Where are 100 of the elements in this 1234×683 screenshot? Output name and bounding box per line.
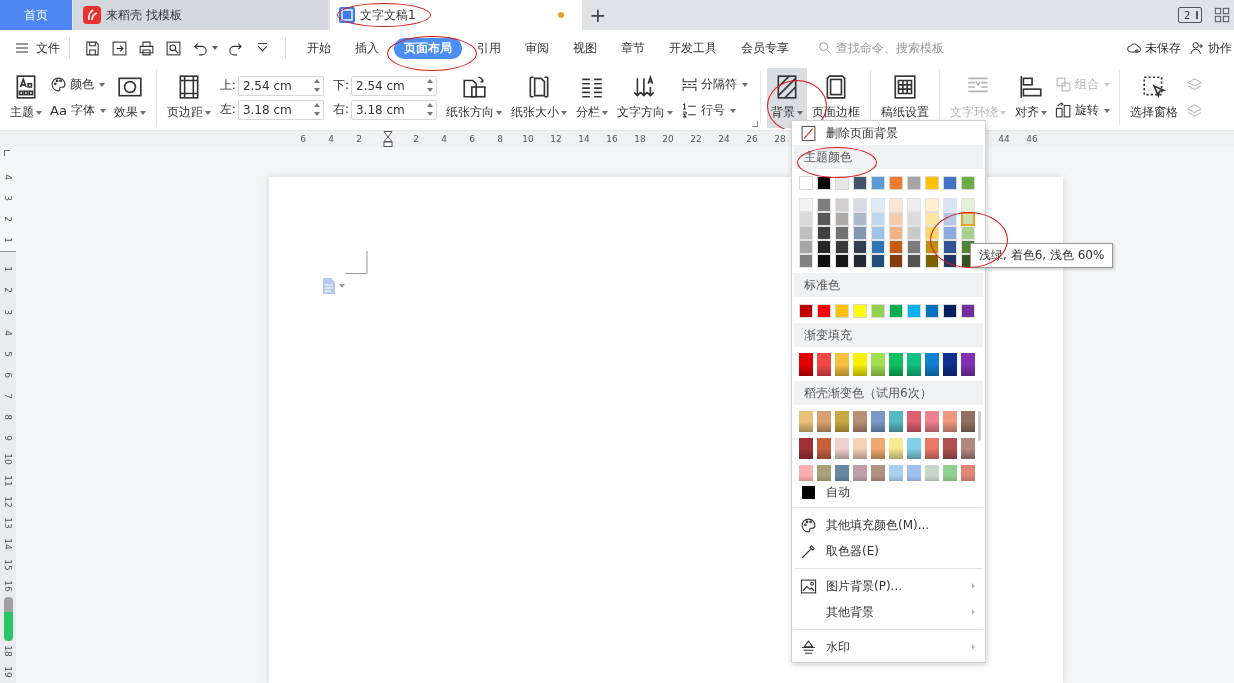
color-swatch[interactable] (961, 304, 975, 318)
print-icon[interactable] (138, 39, 155, 57)
menu-item[interactable]: 其他背景 (793, 599, 984, 625)
new-tab-button[interactable]: + (583, 0, 613, 30)
color-swatch[interactable] (943, 176, 957, 190)
gradient-swatch[interactable] (943, 465, 957, 481)
menu-item[interactable]: 水印 (793, 634, 984, 660)
color-swatch[interactable] (817, 304, 831, 318)
color-swatch[interactable] (799, 176, 813, 190)
gradient-swatch[interactable] (925, 353, 939, 376)
gradient-swatch[interactable] (871, 438, 885, 459)
menu-item[interactable]: 自动 (793, 481, 984, 503)
gradient-swatch[interactable] (961, 438, 975, 459)
gradient-swatch[interactable] (943, 353, 957, 376)
gradient-swatch[interactable] (799, 465, 813, 481)
color-swatch[interactable] (871, 176, 885, 190)
gradient-swatch[interactable] (817, 465, 831, 481)
ribbon-button[interactable]: 行号 (677, 99, 751, 122)
gradient-swatch[interactable] (889, 411, 903, 432)
margin-input-field[interactable]: 2.54 cm (350, 75, 437, 96)
color-swatch[interactable] (925, 304, 939, 318)
color-swatch[interactable] (961, 212, 975, 226)
save-status-button[interactable]: 未保存 (1126, 39, 1181, 57)
gradient-swatch[interactable] (961, 465, 975, 481)
ribbon-tab[interactable]: 审阅 (513, 37, 561, 59)
spinner-icon[interactable] (426, 102, 433, 116)
gradient-swatch[interactable] (925, 465, 939, 481)
gradient-swatch[interactable] (907, 353, 921, 376)
ribbon-button[interactable]: 纸张大小 (506, 67, 571, 128)
gradient-swatch[interactable] (925, 411, 939, 432)
save-icon[interactable] (84, 39, 101, 57)
gradient-swatch[interactable] (835, 353, 849, 376)
color-swatch[interactable] (853, 304, 867, 318)
ribbon-button[interactable]: 背景 (766, 67, 807, 128)
color-swatch[interactable] (835, 176, 849, 190)
gradient-swatch[interactable] (817, 411, 831, 432)
ribbon-button[interactable]: 效果 (109, 67, 150, 128)
ribbon-tab[interactable]: 会员专享 (729, 37, 801, 59)
paste-options-button[interactable] (322, 278, 345, 294)
apps-grid-icon[interactable] (1214, 7, 1230, 23)
menu-item[interactable]: 其他填充颜色(M)... (793, 512, 984, 538)
window-count-button[interactable]: 2 (1178, 7, 1202, 23)
export-icon[interactable] (111, 39, 128, 57)
ribbon-button[interactable]: 页边距 (162, 67, 215, 128)
ribbon-tab[interactable]: 视图 (561, 37, 609, 59)
ribbon-button[interactable]: 分栏 (571, 67, 612, 128)
gradient-swatch[interactable] (799, 438, 813, 459)
gradient-swatch[interactable] (799, 353, 813, 376)
color-swatch[interactable] (835, 304, 849, 318)
document-tab[interactable]: 文字文稿1 (330, 0, 582, 30)
gradient-swatch[interactable] (925, 438, 939, 459)
ribbon-tab[interactable]: 章节 (609, 37, 657, 59)
gradient-swatch[interactable] (889, 465, 903, 481)
color-swatch[interactable] (889, 304, 903, 318)
scrollbar-thumb[interactable] (978, 411, 981, 441)
ribbon-tab[interactable]: 开始 (295, 37, 343, 59)
gradient-swatch[interactable] (853, 411, 867, 432)
margin-input-field[interactable]: 3.18 cm (350, 99, 437, 120)
color-swatch[interactable] (961, 176, 975, 190)
ribbon-button[interactable]: 主题 (6, 67, 46, 128)
color-swatch[interactable] (871, 304, 885, 318)
ribbon-button[interactable]: 纸张方向 (441, 67, 506, 128)
gradient-swatch[interactable] (961, 411, 975, 432)
collaborate-button[interactable]: 协作 (1189, 39, 1232, 57)
gradient-swatch[interactable] (835, 465, 849, 481)
color-swatch[interactable] (799, 304, 813, 318)
gradient-swatch[interactable] (907, 438, 921, 459)
print-preview-icon[interactable] (165, 39, 182, 57)
color-swatch[interactable] (907, 304, 921, 318)
gradient-swatch[interactable] (853, 438, 867, 459)
file-menu[interactable]: 文件 (14, 39, 60, 57)
ribbon-button[interactable]: 旋转 (1051, 99, 1113, 122)
ribbon-button[interactable]: 对齐 (1010, 67, 1051, 128)
tab-stop-icon[interactable] (4, 150, 10, 156)
gradient-swatch[interactable] (817, 353, 831, 376)
margin-input-field[interactable]: 2.54 cm (237, 75, 324, 96)
indent-marker-icon[interactable] (382, 131, 393, 147)
color-swatch[interactable] (817, 176, 831, 190)
gradient-swatch[interactable] (871, 465, 885, 481)
gradient-swatch[interactable] (799, 411, 813, 432)
spinner-icon[interactable] (313, 78, 320, 92)
ribbon-button[interactable]: 颜色 (47, 73, 109, 96)
ribbon-button[interactable]: 文字方向 (612, 67, 677, 128)
ribbon-button[interactable]: 选择窗格 (1125, 67, 1182, 128)
margin-input-field[interactable]: 3.18 cm (237, 99, 324, 120)
gradient-swatch[interactable] (853, 353, 867, 376)
color-swatch[interactable] (853, 176, 867, 190)
dialog-launcher-icon[interactable] (751, 121, 758, 127)
document-tab[interactable]: 来稻壳 找模板 (73, 0, 328, 30)
gradient-swatch[interactable] (835, 438, 849, 459)
gradient-swatch[interactable] (835, 411, 849, 432)
gradient-swatch[interactable] (943, 411, 957, 432)
ribbon-button[interactable]: 分隔符 (677, 73, 751, 96)
gradient-swatch[interactable] (943, 438, 957, 459)
gradient-swatch[interactable] (907, 465, 921, 481)
color-swatch[interactable] (907, 176, 921, 190)
color-swatch[interactable] (943, 304, 957, 318)
ribbon-button[interactable]: Aa 字体 (47, 99, 109, 122)
gradient-swatch[interactable] (817, 438, 831, 459)
menu-item[interactable]: 图片背景(P)... (793, 573, 984, 599)
